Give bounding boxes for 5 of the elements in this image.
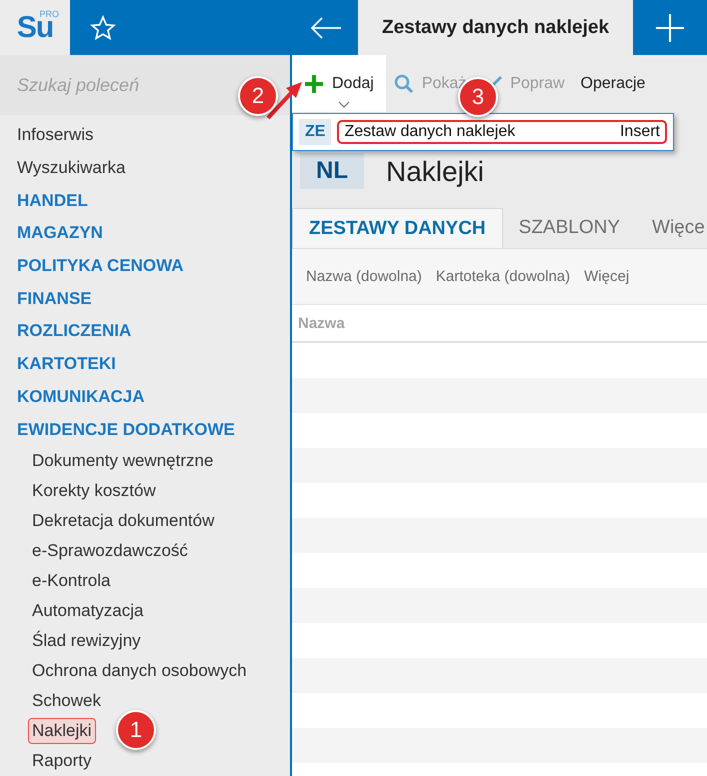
page-title: Naklejki (386, 155, 484, 189)
shortcut-label: Insert (620, 123, 660, 141)
item-badge: ZE (299, 119, 332, 145)
module-badge: NL (300, 153, 364, 189)
step-number-tooltip: 1 (116, 710, 156, 750)
